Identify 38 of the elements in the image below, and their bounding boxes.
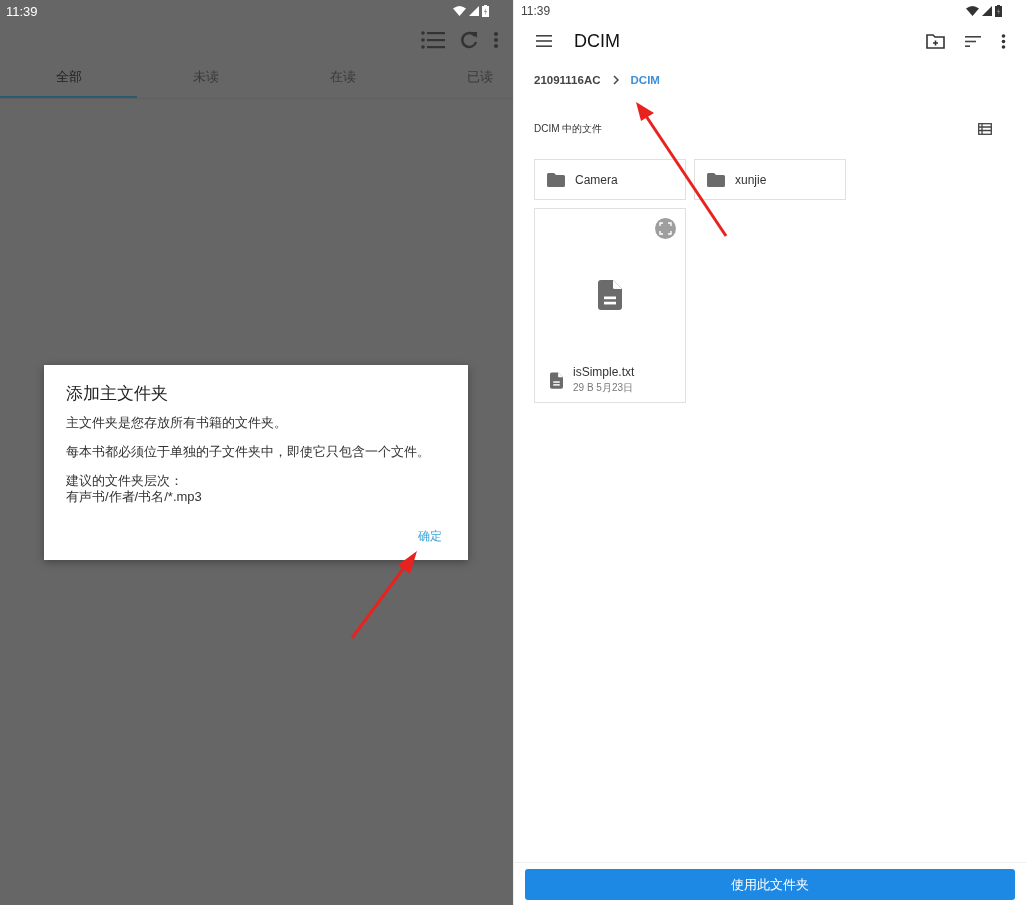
folder-name: Camera: [575, 172, 618, 187]
section-title: DCIM 中的文件: [534, 122, 603, 136]
folder-icon: [707, 172, 725, 187]
new-folder-icon[interactable]: [926, 33, 945, 49]
status-time: 11:39: [6, 3, 38, 19]
file-name: isSimple.txt: [573, 365, 635, 379]
expand-icon[interactable]: [655, 218, 676, 239]
sort-icon[interactable]: [965, 35, 981, 47]
chevron-right-icon: [612, 75, 619, 85]
list-view-icon[interactable]: [978, 123, 992, 135]
breadcrumb-item[interactable]: DCIM: [630, 74, 660, 86]
dialog-text: 主文件夹是您存放所有书籍的文件夹。: [66, 415, 288, 431]
breadcrumb-item[interactable]: 21091116AC: [534, 74, 601, 86]
folder-icon: [547, 172, 565, 187]
folder-card[interactable]: xunjie: [694, 159, 846, 200]
document-icon: [598, 280, 622, 310]
battery-icon: [482, 5, 489, 17]
dialog-title: 添加主文件夹: [66, 383, 169, 405]
tab[interactable]: 全部: [0, 58, 137, 98]
battery-icon: [995, 5, 1002, 17]
folder-card[interactable]: Camera: [534, 159, 686, 200]
signal-icon: [982, 6, 992, 16]
more-icon[interactable]: [1001, 33, 1006, 49]
use-folder-button[interactable]: 使用此文件夹: [525, 869, 1015, 900]
dialog-text: 建议的文件夹层次：: [66, 473, 184, 489]
file-card[interactable]: isSimple.txt 29 B 5月23日: [534, 208, 686, 403]
confirm-button[interactable]: 确定: [414, 526, 446, 547]
status-time: 11:39: [521, 4, 551, 18]
signal-icon: [469, 6, 479, 16]
wifi-icon: [966, 6, 979, 16]
wifi-icon: [453, 6, 466, 16]
file-details: 29 B 5月23日: [573, 381, 635, 395]
document-icon: [550, 371, 563, 389]
dialog-text: 有声书/作者/书名/*.mp3: [66, 489, 203, 505]
folder-name: xunjie: [735, 172, 767, 187]
toolbar-title: DCIM: [574, 30, 621, 52]
dialog-text: 每本书都必须位于单独的子文件夹中，即使它只包含一个文件。: [66, 444, 431, 460]
menu-icon[interactable]: [536, 35, 552, 47]
